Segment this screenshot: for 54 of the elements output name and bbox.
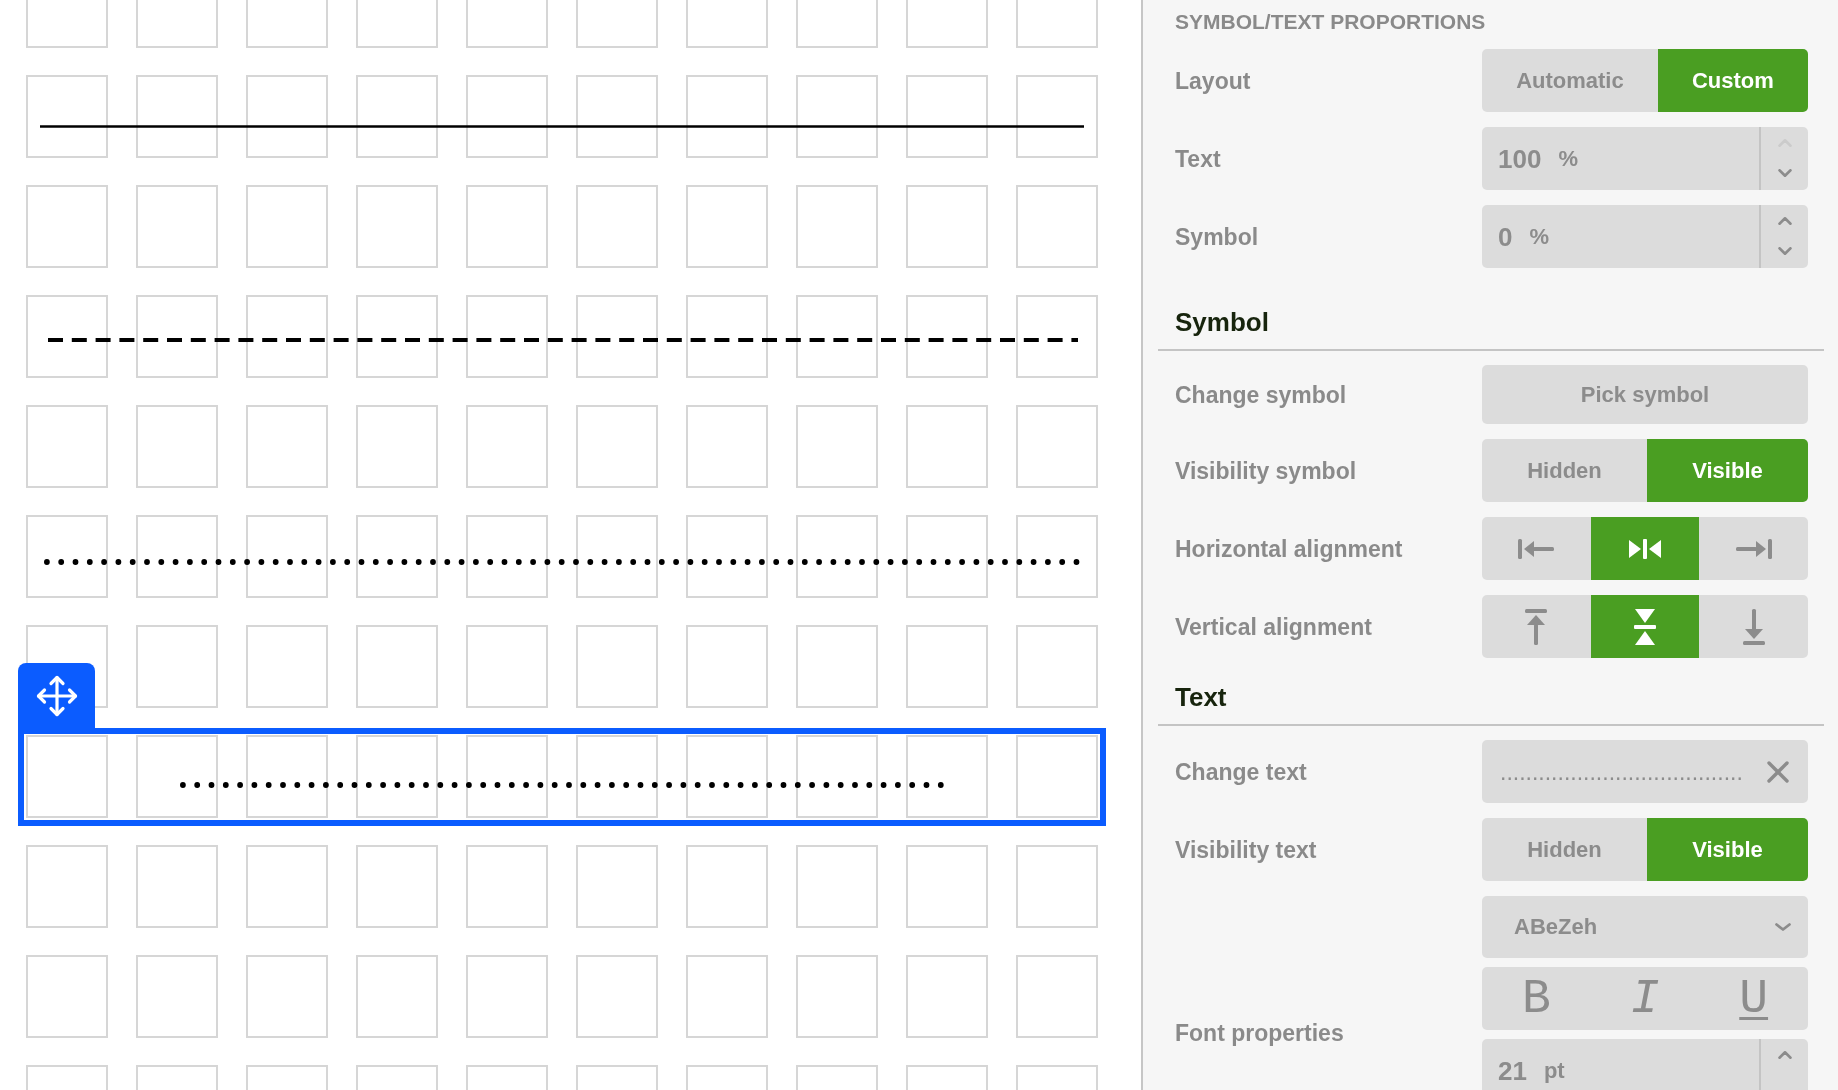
- field-label: Change text: [1175, 757, 1307, 786]
- toggle-button[interactable]: Custom: [1657, 49, 1808, 112]
- number-field[interactable]: 21 pt: [1482, 1039, 1808, 1090]
- field-value: 100: [1498, 145, 1542, 172]
- align-right-icon: [1735, 538, 1772, 559]
- align-middle-icon: [1634, 608, 1656, 645]
- field-label: Font properties: [1175, 1019, 1344, 1047]
- bold-button[interactable]: B: [1482, 967, 1591, 1030]
- field-value: 21: [1498, 1057, 1527, 1084]
- toggle-button[interactable]: Hidden: [1482, 818, 1647, 881]
- chevron-up-icon[interactable]: [1777, 217, 1792, 225]
- toggle-button[interactable]: Hidden: [1482, 439, 1647, 502]
- field-label: Layout: [1175, 66, 1251, 95]
- field-label: Visibility text: [1175, 835, 1317, 864]
- chevron-down-icon[interactable]: [1777, 247, 1792, 255]
- number-field[interactable]: 0 %: [1482, 205, 1808, 268]
- section-heading: Symbol: [1175, 307, 1269, 337]
- alignment-button[interactable]: [1590, 517, 1700, 580]
- field-label: Text: [1175, 144, 1221, 173]
- move-handle[interactable]: [18, 663, 95, 728]
- alignment-button[interactable]: [1482, 595, 1591, 658]
- italic-button[interactable]: I: [1590, 967, 1700, 1030]
- text-field[interactable]: ......................................: [1482, 740, 1808, 803]
- close-icon[interactable]: [1767, 760, 1789, 783]
- alignment-button[interactable]: [1482, 517, 1591, 580]
- align-center-icon: [1629, 538, 1661, 559]
- section-heading: SYMBOL/TEXT PROPORTIONS: [1175, 9, 1486, 35]
- unit-label: %: [1529, 223, 1550, 250]
- field-label: Visibility symbol: [1175, 456, 1357, 485]
- chevron-up-icon[interactable]: [1777, 1051, 1792, 1059]
- field-label: Vertical alignment: [1175, 612, 1372, 641]
- toggle-button[interactable]: Visible: [1647, 439, 1808, 502]
- alignment-button[interactable]: [1590, 595, 1700, 658]
- move-icon: [35, 674, 78, 717]
- field-label: Symbol: [1175, 222, 1259, 251]
- number-field[interactable]: 100 %: [1482, 127, 1808, 190]
- unit-label: %: [1558, 145, 1578, 172]
- unit-label: pt: [1543, 1057, 1565, 1084]
- alignment-button[interactable]: [1699, 595, 1808, 658]
- align-left-icon: [1518, 538, 1555, 559]
- chevron-down-icon[interactable]: [1777, 169, 1792, 177]
- underline-button[interactable]: U: [1699, 967, 1808, 1030]
- field-label: Change symbol: [1175, 380, 1347, 409]
- font-dropdown[interactable]: ABeZeh: [1482, 896, 1808, 958]
- field-label: Horizontal alignment: [1175, 534, 1403, 563]
- field-value: 0: [1498, 223, 1513, 250]
- section-heading: Text: [1175, 682, 1227, 712]
- toggle-button[interactable]: Automatic: [1482, 49, 1658, 112]
- align-bottom-icon: [1742, 608, 1765, 645]
- pick-symbol-button[interactable]: Pick symbol: [1482, 365, 1808, 424]
- alignment-button[interactable]: [1699, 517, 1808, 580]
- align-top-icon: [1525, 608, 1548, 645]
- toggle-button[interactable]: Visible: [1647, 818, 1808, 881]
- chevron-down-icon: [1775, 923, 1791, 931]
